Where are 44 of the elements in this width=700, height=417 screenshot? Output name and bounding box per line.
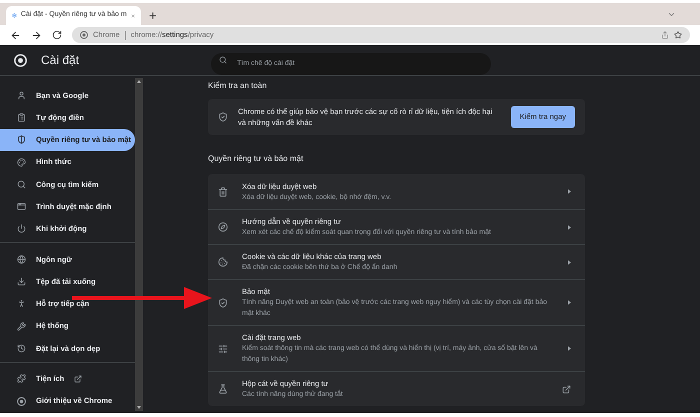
palette-icon — [17, 158, 26, 167]
shield-icon — [218, 112, 228, 122]
puzzle-icon — [17, 374, 26, 384]
sliders-icon — [218, 344, 228, 354]
forward-icon[interactable] — [31, 30, 42, 40]
share-icon[interactable] — [661, 31, 669, 39]
section-heading: Kiểm tra an toàn — [208, 80, 268, 92]
settings-icon — [12, 11, 17, 20]
star-icon[interactable] — [674, 31, 682, 39]
person-icon — [17, 90, 26, 100]
new-tab-button[interactable]: + — [149, 9, 157, 22]
flask-icon — [218, 384, 228, 394]
chrome-logo-icon — [17, 396, 26, 406]
search-icon — [219, 56, 227, 64]
history-icon — [17, 344, 26, 353]
settings-title: Cài đặt — [41, 52, 80, 69]
back-icon[interactable] — [10, 30, 21, 40]
shield-icon — [17, 135, 26, 144]
globe-icon — [17, 254, 26, 264]
search-icon — [17, 180, 26, 189]
cookie-icon — [218, 257, 228, 267]
wrench-icon — [17, 322, 26, 331]
clipboard-icon — [17, 112, 26, 122]
chrome-logo-icon — [80, 31, 88, 39]
compass-icon — [218, 222, 228, 232]
chevron-right-icon — [568, 346, 571, 351]
chevron-right-icon — [568, 260, 571, 264]
section-heading: Quyền riêng tư và bảo mật — [208, 153, 304, 165]
scroll-down-icon[interactable] — [137, 406, 141, 409]
trash-icon — [218, 186, 228, 196]
download-icon — [17, 277, 26, 286]
tab-list-icon[interactable] — [667, 10, 676, 19]
close-icon[interactable] — [130, 12, 135, 20]
chrome-logo-icon — [14, 54, 27, 66]
chevron-right-icon — [568, 224, 571, 230]
chevron-right-icon — [568, 189, 571, 194]
person-icon — [17, 299, 26, 308]
chevron-right-icon — [568, 300, 571, 305]
shield-icon — [218, 298, 228, 308]
external-link-icon — [562, 384, 571, 394]
browser-window-icon — [17, 202, 26, 212]
scroll-up-icon[interactable] — [137, 80, 141, 83]
reload-icon[interactable] — [52, 30, 62, 40]
power-icon — [17, 224, 26, 234]
